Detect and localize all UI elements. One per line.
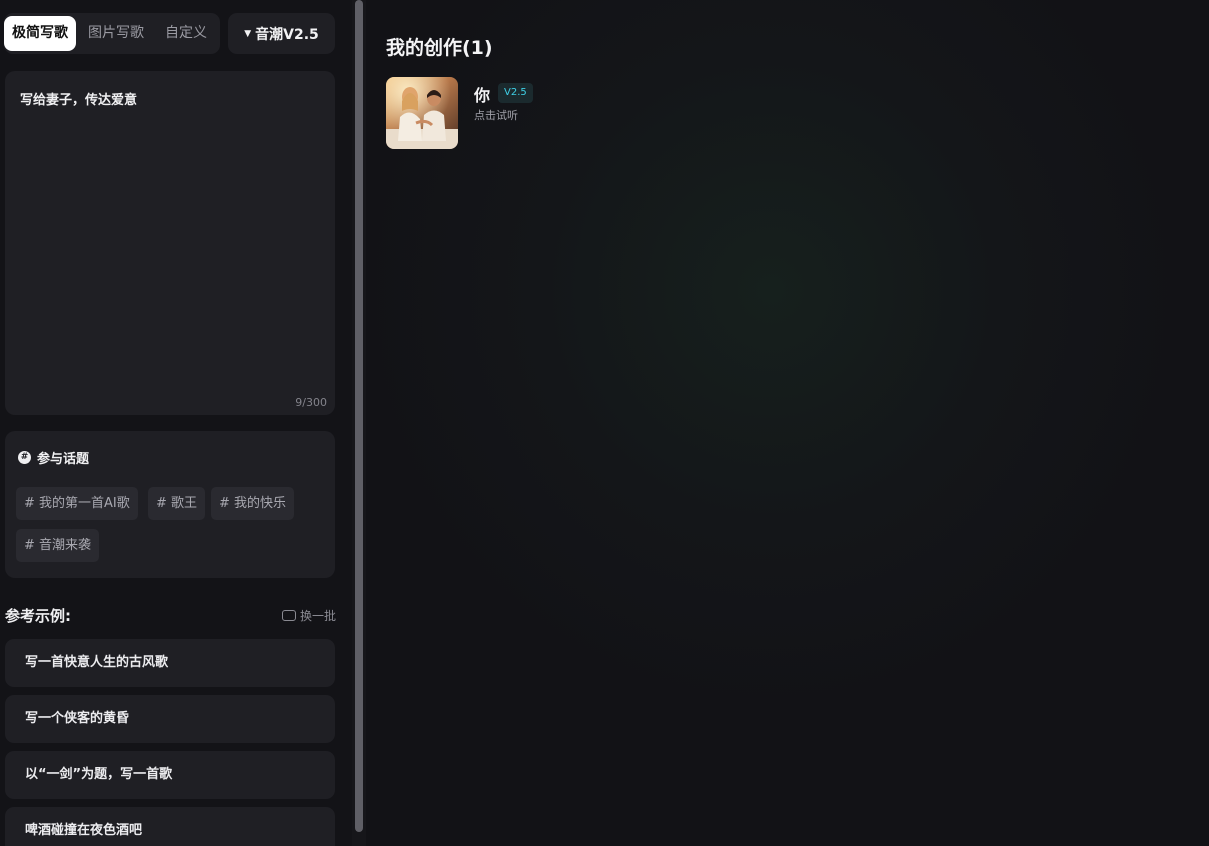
topic-header-label: 参与话题 [37,452,90,467]
topic-header: # 参与话题 [18,448,89,467]
topic-card: # 参与话题 # 我的第一首AI歌 # 歌王 # 我的快乐 # 音潮来袭 [5,431,335,578]
scrollbar-thumb[interactable] [355,0,363,832]
refresh-icon [281,610,296,621]
char-counter: 9/300 [295,396,327,409]
example-item[interactable]: 啤酒碰撞在夜色酒吧 [5,807,335,846]
topic-tag[interactable]: # 音潮来袭 [16,529,100,562]
version-label: 音潮V2.5 [255,26,319,43]
prompt-text: 写给妻子，传达爱意 [20,93,138,108]
tab-image-song[interactable]: 图片写歌 [80,16,152,51]
left-panel: 极简写歌 图片写歌 自定义 ▼ 音潮V2.5 写给妻子，传达爱意 9/300 #… [0,0,352,846]
version-dropdown[interactable]: ▼ 音潮V2.5 [228,13,335,54]
hashtag-icon: # [18,451,31,464]
caret-down-icon: ▼ [244,28,252,39]
prompt-textarea[interactable]: 写给妻子，传达爱意 9/300 [5,71,335,415]
topic-tag[interactable]: # 我的第一首AI歌 [16,487,138,520]
song-cover-image[interactable] [386,77,458,149]
example-item[interactable]: 写一首快意人生的古风歌 [5,639,335,687]
shuffle-button[interactable]: 换一批 [281,607,336,624]
example-item[interactable]: 以“一剑”为题，写一首歌 [5,751,335,799]
version-badge: V2.5 [498,83,533,103]
shuffle-label: 换一批 [299,609,336,623]
topic-tag[interactable]: # 我的快乐 [211,487,295,520]
app-root: 极简写歌 图片写歌 自定义 ▼ 音潮V2.5 写给妻子，传达爱意 9/300 #… [0,0,1209,846]
creations-panel: 我的创作(1) 你 V2.5 点击试听 [366,0,1209,846]
topic-tag[interactable]: # 歌王 [148,487,206,520]
tab-custom[interactable]: 自定义 [152,16,220,51]
mode-tabs: 极简写歌 图片写歌 自定义 [4,13,220,54]
example-item[interactable]: 写一个侠客的黄昏 [5,695,335,743]
listen-hint: 点击试听 [474,109,518,122]
song-card[interactable]: 你 V2.5 点击试听 [386,77,706,149]
examples-title: 参考示例: [5,607,71,625]
creations-title: 我的创作(1) [386,37,493,59]
tab-simple-song[interactable]: 极简写歌 [4,16,76,51]
song-title: 你 [474,86,491,105]
